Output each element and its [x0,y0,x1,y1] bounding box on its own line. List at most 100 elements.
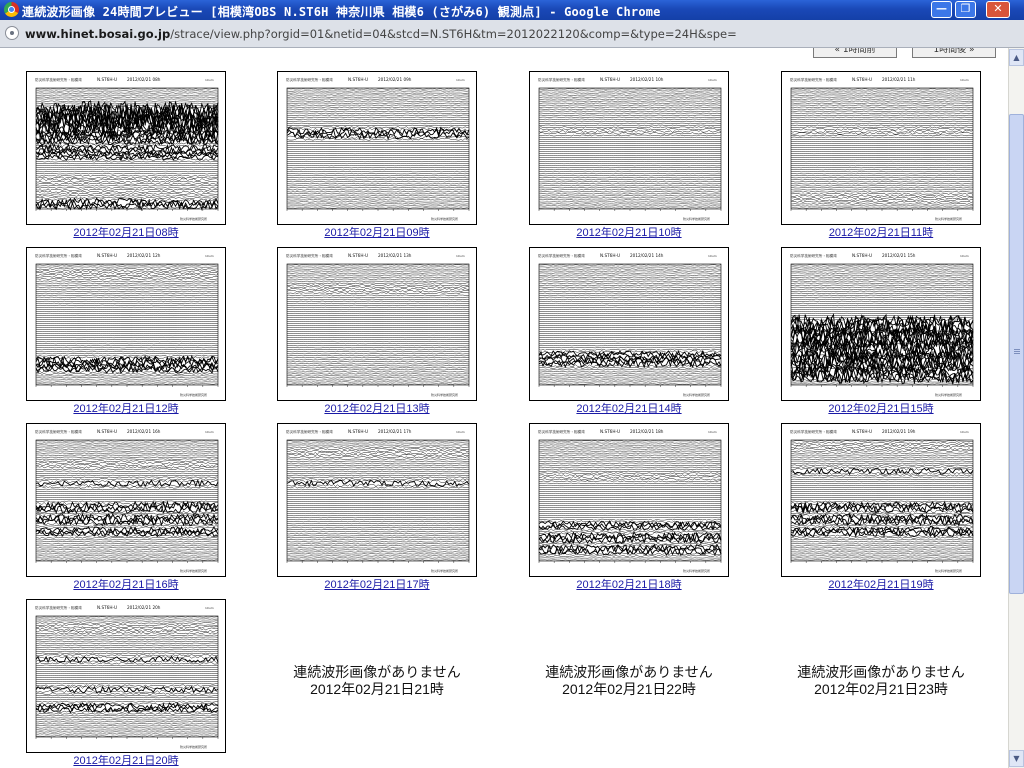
seismogram-thumbnail[interactable]: 防災科学技術研究所・相模湾 N.ST6H-U 2012/02/21 14h 10um 防… [529,247,729,416]
address-bar[interactable]: www.hinet.bosai.go.jp/strace/view.php?or… [0,20,1024,48]
waveform-plot: 防災科学技術研究所・相模湾 N.ST6H-U 2012/02/21 09h 10um 防… [278,72,476,224]
thumbnail-caption-link[interactable]: 2012年02月21日12時 [26,400,226,416]
prev-hour-button[interactable]: « 1時間前 [813,48,897,58]
close-button[interactable]: ✕ [986,1,1010,18]
plot-org-label: 防災科学技術研究所・相模湾 [790,253,837,258]
seismogram-image[interactable]: 防災科学技術研究所・相模湾 N.ST6H-U 2012/02/21 10h 10um 防… [529,71,729,225]
seismogram-thumbnail[interactable]: 防災科学技術研究所・相模湾 N.ST6H-U 2012/02/21 08h 10um 防… [26,71,226,240]
no-image-time: 2012年02月21日22時 [562,681,696,697]
plot-org-label: 防災科学技術研究所・相模湾 [286,253,333,258]
maximize-button[interactable]: ❐ [955,1,976,18]
seismogram-thumbnail[interactable]: 防災科学技術研究所・相模湾 N.ST6H-U 2012/02/21 16h 10um 防… [26,423,226,592]
plot-footer-label: 防災科学技術研究所 [180,744,207,749]
waveform-plot: 防災科学技術研究所・相模湾 N.ST6H-U 2012/02/21 08h 10um 防… [27,72,225,224]
plot-station-label: N.ST6H-U [348,429,368,434]
no-image-notice: 連続波形画像がありません 2012年02月21日22時 [529,664,729,698]
url-path: /strace/view.php?orgid=01&netid=04&stcd=… [170,27,737,41]
seismogram-thumbnail[interactable]: 防災科学技術研究所・相模湾 N.ST6H-U 2012/02/21 18h 10um 防… [529,423,729,592]
plot-station-label: N.ST6H-U [97,429,117,434]
seismogram-image[interactable]: 防災科学技術研究所・相模湾 N.ST6H-U 2012/02/21 14h 10um 防… [529,247,729,401]
seismogram-image[interactable]: 防災科学技術研究所・相模湾 N.ST6H-U 2012/02/21 11h 10um 防… [781,71,981,225]
seismogram-thumbnail[interactable]: 防災科学技術研究所・相模湾 N.ST6H-U 2012/02/21 13h 10um 防… [277,247,477,416]
seismogram-thumbnail[interactable]: 防災科学技術研究所・相模湾 N.ST6H-U 2012/02/21 15h 10um 防… [781,247,981,416]
seismogram-thumbnail[interactable]: 防災科学技術研究所・相模湾 N.ST6H-U 2012/02/21 09h 10um 防… [277,71,477,240]
thumbnail-caption-link[interactable]: 2012年02月21日16時 [26,576,226,592]
no-image-message: 連続波形画像がありません [545,664,713,680]
seismogram-image[interactable]: 防災科学技術研究所・相模湾 N.ST6H-U 2012/02/21 16h 10um 防… [26,423,226,577]
plot-station-label: N.ST6H-U [348,253,368,258]
next-hour-button[interactable]: 1時間後 » [912,48,996,58]
plot-org-label: 防災科学技術研究所・相模湾 [790,429,837,434]
waveform-plot: 防災科学技術研究所・相模湾 N.ST6H-U 2012/02/21 18h 10um 防… [530,424,728,576]
seismogram-thumbnail[interactable]: 防災科学技術研究所・相模湾 N.ST6H-U 2012/02/21 20h 10um 防… [26,599,226,768]
seismogram-image[interactable]: 防災科学技術研究所・相模湾 N.ST6H-U 2012/02/21 18h 10um 防… [529,423,729,577]
window-title: 連続波形画像 24時間プレビュー [相模湾OBS N.ST6H 神奈川県 相模6… [22,5,661,19]
plot-station-label: N.ST6H-U [600,253,620,258]
seismogram-image[interactable]: 防災科学技術研究所・相模湾 N.ST6H-U 2012/02/21 17h 10um 防… [277,423,477,577]
scroll-down-arrow-icon[interactable]: ▼ [1009,750,1024,767]
scrollbar-thumb[interactable] [1009,114,1024,594]
scroll-up-arrow-icon[interactable]: ▲ [1009,49,1024,66]
plot-org-label: 防災科学技術研究所・相模湾 [538,77,585,82]
thumbnail-caption-link[interactable]: 2012年02月21日10時 [529,224,729,240]
thumbnail-caption-link[interactable]: 2012年02月21日08時 [26,224,226,240]
thumbnail-caption-link[interactable]: 2012年02月21日13時 [277,400,477,416]
plot-unit-label: 10um [960,254,969,258]
seismogram-image[interactable]: 防災科学技術研究所・相模湾 N.ST6H-U 2012/02/21 08h 10um 防… [26,71,226,225]
seismogram-thumbnail[interactable]: 防災科学技術研究所・相模湾 N.ST6H-U 2012/02/21 10h 10um 防… [529,71,729,240]
seismogram-image[interactable]: 防災科学技術研究所・相模湾 N.ST6H-U 2012/02/21 12h 10um 防… [26,247,226,401]
seismogram-image[interactable]: 防災科学技術研究所・相模湾 N.ST6H-U 2012/02/21 09h 10um 防… [277,71,477,225]
plot-footer-label: 防災科学技術研究所 [431,568,458,573]
seismogram-image[interactable]: 防災科学技術研究所・相模湾 N.ST6H-U 2012/02/21 20h 10um 防… [26,599,226,753]
plot-unit-label: 10um [205,606,214,610]
plot-footer-label: 防災科学技術研究所 [431,392,458,397]
plot-org-label: 防災科学技術研究所・相模湾 [790,77,837,82]
waveform-plot: 防災科学技術研究所・相模湾 N.ST6H-U 2012/02/21 20h 10um 防… [27,600,225,752]
plot-unit-label: 10um [205,78,214,82]
url-text[interactable]: www.hinet.bosai.go.jp/strace/view.php?or… [25,27,737,41]
page-content: « 1時間前 1時間後 » 防災科学技術研究所・相模湾 N.ST6H-U 2012/… [0,48,1008,768]
seismogram-thumbnail[interactable]: 防災科学技術研究所・相模湾 N.ST6H-U 2012/02/21 11h 10um 防… [781,71,981,240]
thumbnail-caption-link[interactable]: 2012年02月21日19時 [781,576,981,592]
plot-unit-label: 10um [456,430,465,434]
chrome-app-icon [4,2,19,17]
page-info-icon[interactable] [5,26,19,40]
vertical-scrollbar[interactable]: ▲ ▼ [1008,48,1024,768]
seismogram-thumbnail[interactable]: 防災科学技術研究所・相模湾 N.ST6H-U 2012/02/21 19h 10um 防… [781,423,981,592]
seismogram-thumbnail[interactable]: 防災科学技術研究所・相模湾 N.ST6H-U 2012/02/21 17h 10um 防… [277,423,477,592]
plot-title-label: 2012/02/21 19h [882,429,916,434]
waveform-plot: 防災科学技術研究所・相模湾 N.ST6H-U 2012/02/21 10h 10um 防… [530,72,728,224]
waveform-plot: 防災科学技術研究所・相模湾 N.ST6H-U 2012/02/21 13h 10um 防… [278,248,476,400]
seismogram-image[interactable]: 防災科学技術研究所・相模湾 N.ST6H-U 2012/02/21 15h 10um 防… [781,247,981,401]
no-image-notice: 連続波形画像がありません 2012年02月21日23時 [781,664,981,698]
thumbnail-caption-link[interactable]: 2012年02月21日17時 [277,576,477,592]
url-host: www.hinet.bosai.go.jp [25,27,171,41]
thumbnail-caption-link[interactable]: 2012年02月21日09時 [277,224,477,240]
plot-org-label: 防災科学技術研究所・相模湾 [286,429,333,434]
minimize-button[interactable]: — [931,1,952,18]
plot-footer-label: 防災科学技術研究所 [431,216,458,221]
plot-org-label: 防災科学技術研究所・相模湾 [538,429,585,434]
plot-footer-label: 防災科学技術研究所 [180,216,207,221]
thumbnail-caption-link[interactable]: 2012年02月21日14時 [529,400,729,416]
plot-station-label: N.ST6H-U [348,77,368,82]
plot-footer-label: 防災科学技術研究所 [180,568,207,573]
plot-unit-label: 10um [960,78,969,82]
thumbnail-caption-link[interactable]: 2012年02月21日18時 [529,576,729,592]
thumbnail-caption-link[interactable]: 2012年02月21日15時 [781,400,981,416]
plot-title-label: 2012/02/21 10h [630,77,664,82]
plot-org-label: 防災科学技術研究所・相模湾 [538,253,585,258]
seismogram-image[interactable]: 防災科学技術研究所・相模湾 N.ST6H-U 2012/02/21 19h 10um 防… [781,423,981,577]
thumbnail-caption-link[interactable]: 2012年02月21日11時 [781,224,981,240]
plot-title-label: 2012/02/21 20h [127,605,161,610]
scroll-grip-icon [1014,349,1020,350]
plot-station-label: N.ST6H-U [600,429,620,434]
seismogram-thumbnail[interactable]: 防災科学技術研究所・相模湾 N.ST6H-U 2012/02/21 12h 10um 防… [26,247,226,416]
waveform-plot: 防災科学技術研究所・相模湾 N.ST6H-U 2012/02/21 15h 10um 防… [782,248,980,400]
plot-org-label: 防災科学技術研究所・相模湾 [35,77,82,82]
plot-title-label: 2012/02/21 18h [630,429,664,434]
thumbnail-caption-link[interactable]: 2012年02月21日20時 [26,752,226,768]
plot-title-label: 2012/02/21 17h [378,429,412,434]
seismogram-image[interactable]: 防災科学技術研究所・相模湾 N.ST6H-U 2012/02/21 13h 10um 防… [277,247,477,401]
no-image-time: 2012年02月21日21時 [310,681,444,697]
